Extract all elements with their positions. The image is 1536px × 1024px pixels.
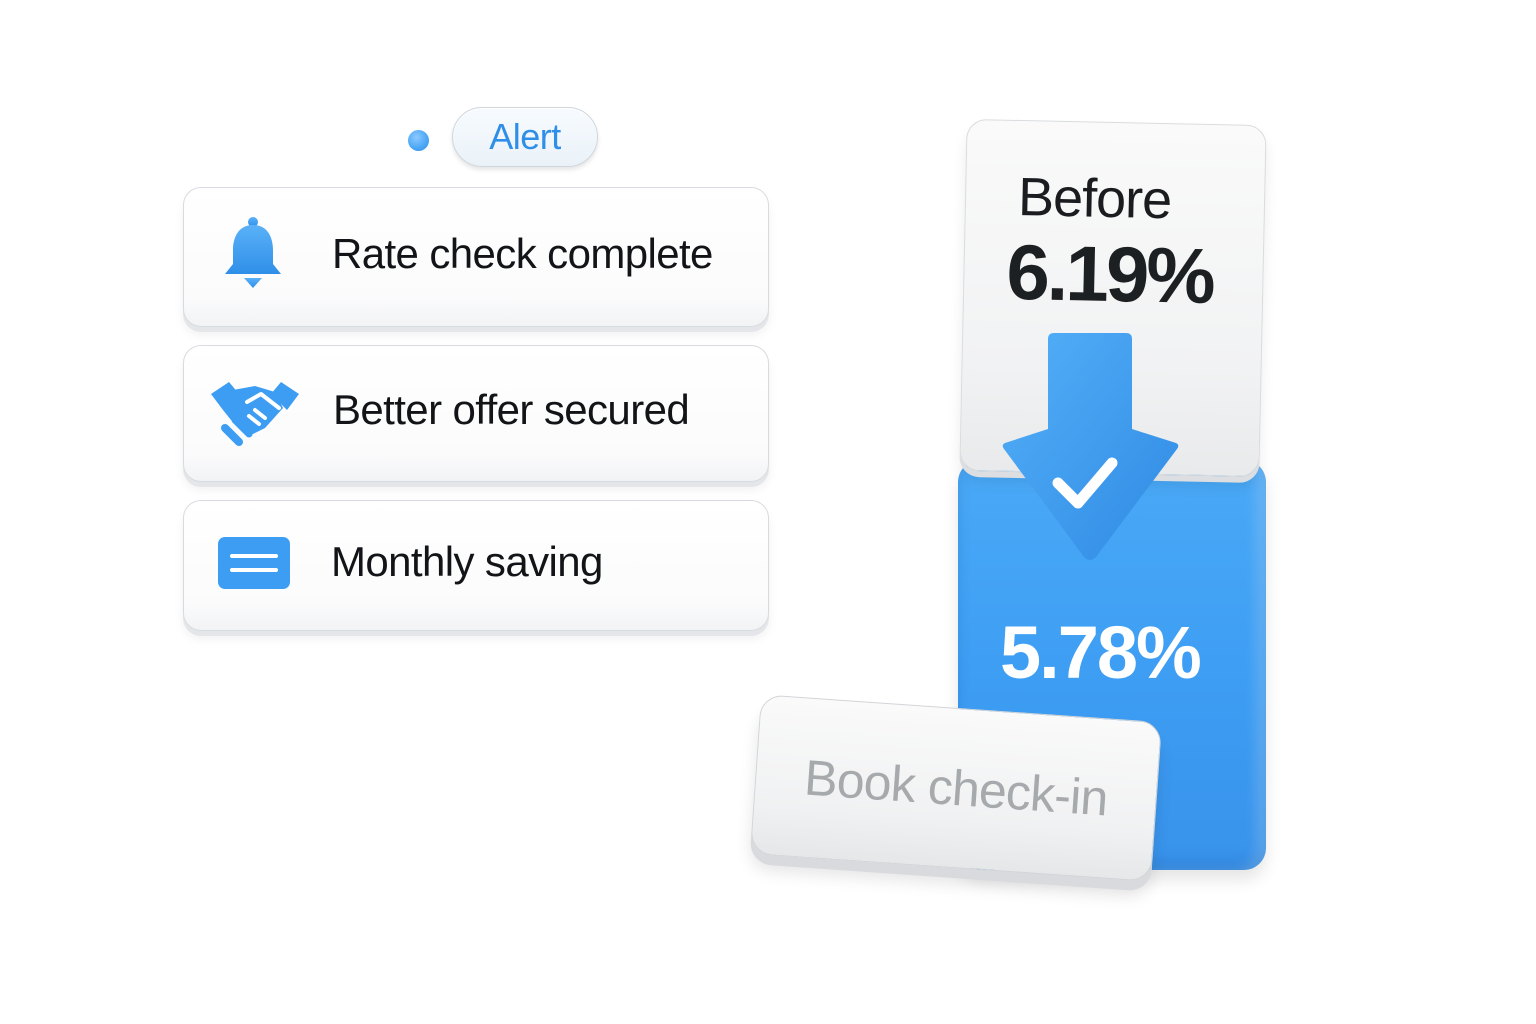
handshake-icon [211, 382, 299, 446]
old-rate-label: Before [1017, 166, 1172, 231]
notification-better-offer[interactable]: Better offer secured [183, 345, 769, 482]
alert-badge[interactable]: Alert [452, 107, 598, 167]
bell-icon [225, 217, 281, 288]
notification-rate-check[interactable]: Rate check complete [183, 187, 769, 327]
notification-label: Better offer secured [333, 386, 690, 433]
rate-alert-screen: Alert Rate check complete Better offer s… [0, 0, 1536, 1024]
alert-badge-label: Alert [489, 116, 561, 157]
old-rate-value: 6.19% [1005, 227, 1214, 321]
alert-dot-icon [408, 130, 429, 151]
notification-label: Rate check complete [332, 230, 713, 277]
notification-label: Monthly saving [331, 538, 603, 585]
book-check-in-button[interactable]: Book check-in [749, 694, 1163, 882]
notification-monthly-saving[interactable]: Monthly saving [183, 500, 769, 631]
down-arrow-check-icon [1002, 333, 1179, 560]
list-card-icon [218, 537, 290, 589]
new-rate-value: 5.78% [1000, 611, 1202, 694]
book-check-in-label: Book check-in [802, 749, 1110, 827]
